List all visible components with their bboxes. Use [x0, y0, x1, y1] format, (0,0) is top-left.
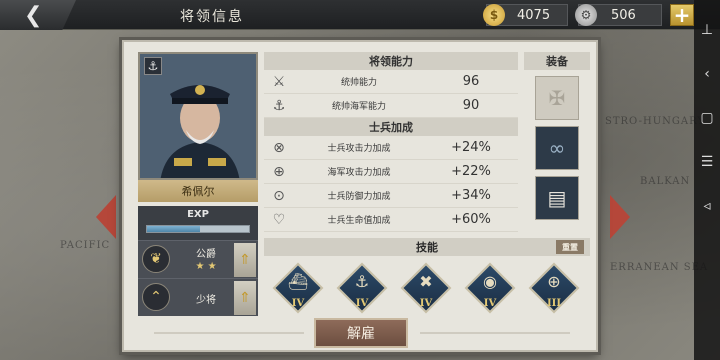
chevron-left-icon[interactable]: ‹: [704, 66, 710, 82]
bonus-label: 海军攻击力加成: [327, 168, 391, 178]
crossed-swords-icon: ⚔: [272, 73, 286, 90]
attack-icon: ⊗: [273, 139, 285, 156]
stats-panel: 将领能力 ⚔ 统帅能力 96 ⚓ 统帅海军能力 90 士兵加成 ⊗ 士兵攻击力加…: [264, 52, 518, 238]
upgrade-rank-button[interactable]: ⇑: [234, 281, 256, 315]
anchor-icon: ⚓: [144, 57, 162, 75]
bonus-value: +34%: [451, 188, 491, 203]
divider: [154, 332, 304, 334]
skill-level: IV: [291, 298, 305, 309]
bonus-value: +24%: [451, 140, 491, 155]
general-name: 希佩尔: [138, 180, 258, 202]
rank-insignia-icon: ⌃: [142, 283, 170, 311]
ability-row: ⚓ 统帅海军能力 90: [264, 94, 518, 118]
equipment-slot-binoculars[interactable]: ∞: [535, 126, 579, 170]
bonus-label: 士兵攻击力加成: [327, 144, 391, 154]
naval-attack-icon: ⊕: [273, 163, 285, 180]
map-label-austria: STRO-HUNGARY: [605, 116, 705, 127]
ability-label: 统帅能力: [340, 78, 377, 88]
skill-row: ⛴ IV ⚓ IV ✖ IV ◉ IV ⊕ III: [264, 256, 590, 324]
military-rank-label: 少将: [196, 295, 216, 306]
general-portrait: ⚓: [138, 52, 258, 180]
skill-slot-4[interactable]: ◉ IV: [464, 262, 516, 314]
chevron-left-icon: ❮: [24, 2, 43, 28]
double-chevron-up-icon: ⇑: [239, 290, 251, 306]
square-icon[interactable]: ▢: [700, 110, 713, 126]
bonus-row: ⊗ 士兵攻击力加成 +24%: [264, 136, 518, 160]
skill-slot-1[interactable]: ⛴ IV: [272, 262, 324, 314]
reset-skills-button[interactable]: 重置: [556, 240, 584, 254]
skill-level: IV: [483, 298, 497, 309]
exp-bar: [146, 225, 250, 233]
anchor-icon: ⚓: [272, 97, 286, 114]
skill-slot-5[interactable]: ⊕ III: [528, 262, 580, 314]
divider: [420, 332, 570, 334]
general-info-dialog: ⚓ 希佩尔 EXP ❦ 公爵 ★ ★ ⇑ ⌃ 少将 ⇑ 将领能力 ⚔ 统帅能力: [122, 40, 598, 352]
silver-value: 506: [611, 7, 636, 23]
title-rank-label: 公爵: [196, 249, 216, 260]
menu-icon[interactable]: ☰: [701, 154, 714, 170]
defense-icon: ⊙: [273, 187, 285, 204]
next-arrow-icon[interactable]: [610, 195, 630, 239]
double-chevron-up-icon: ⇑: [239, 252, 251, 268]
skills-panel: 技能 重置 ⛴ IV ⚓ IV ✖ IV ◉ IV ⊕ III: [264, 238, 590, 324]
exp-box: EXP: [138, 206, 258, 240]
bonus-row: ⊕ 海军攻击力加成 +22%: [264, 160, 518, 184]
binoculars-icon: ∞: [548, 136, 566, 160]
ability-value: 90: [462, 98, 480, 113]
bonus-label: 士兵防御力加成: [327, 192, 391, 202]
equipment-heading: 装备: [524, 52, 590, 70]
skills-heading: 技能 重置: [264, 238, 590, 256]
dismiss-button[interactable]: 解雇: [314, 318, 408, 348]
exp-label: EXP: [187, 209, 209, 220]
add-currency-button[interactable]: +: [670, 3, 694, 27]
equipment-slot-uniform[interactable]: ▤: [535, 176, 579, 220]
back-button[interactable]: ❮: [0, 0, 76, 30]
pin-icon[interactable]: ⊥: [701, 22, 713, 38]
gold-counter: $ 4075: [483, 4, 568, 26]
abilities-heading: 将领能力: [264, 52, 518, 70]
map-label-pacific: PACIFIC: [60, 240, 111, 251]
artillery-icon: ✖: [419, 272, 433, 291]
silver-coin-icon: ⚙: [575, 4, 597, 26]
equipment-panel: 装备 ✠ ∞ ▤: [524, 52, 590, 238]
eye-icon: ◉: [483, 272, 497, 291]
exp-fill: [147, 226, 201, 232]
prev-arrow-icon[interactable]: [96, 195, 116, 239]
title-stars: ★ ★: [195, 261, 217, 272]
health-icon: ♡: [272, 211, 286, 228]
skill-level: IV: [355, 298, 369, 309]
title-rank-row: ❦ 公爵 ★ ★ ⇑: [138, 240, 258, 278]
side-toolbar: ⊥ ‹ ▢ ☰ ◃: [694, 0, 720, 360]
silver-counter: ⚙ 506: [575, 4, 662, 26]
bonus-value: +22%: [451, 164, 491, 179]
page-title: 将领信息: [180, 9, 244, 25]
bonus-label: 士兵生命值加成: [327, 216, 391, 226]
top-bar: ❮ 将领信息 $ 4075 ⚙ 506 +: [0, 0, 720, 30]
skill-slot-2[interactable]: ⚓ IV: [336, 262, 388, 314]
bonus-value: +60%: [451, 212, 491, 227]
gold-coin-icon: $: [483, 4, 505, 26]
ability-label: 统帅海军能力: [331, 102, 386, 112]
laurel-icon: ❦: [142, 245, 170, 273]
gold-value: 4075: [517, 7, 551, 23]
equipment-slot-medal[interactable]: ✠: [535, 76, 579, 120]
military-rank-row: ⌃ 少将 ⇑: [138, 278, 258, 316]
battleship-icon: ⛴: [287, 272, 309, 291]
bonuses-heading: 士兵加成: [264, 118, 518, 136]
skills-heading-label: 技能: [416, 241, 438, 254]
ability-value: 96: [462, 74, 480, 89]
skill-slot-3[interactable]: ✖ IV: [400, 262, 452, 314]
medal-icon: ✠: [548, 86, 566, 110]
uniform-icon: ▤: [547, 186, 567, 210]
upgrade-title-button[interactable]: ⇑: [234, 243, 256, 277]
bonus-row: ♡ 士兵生命值加成 +60%: [264, 208, 518, 232]
skill-level: III: [546, 298, 562, 309]
ability-row: ⚔ 统帅能力 96: [264, 70, 518, 94]
bonus-row: ⊙ 士兵防御力加成 +34%: [264, 184, 518, 208]
anchor-skill-icon: ⚓: [354, 272, 370, 291]
map-label-balkans: BALKAN: [640, 176, 691, 187]
crosshair-icon: ⊕: [547, 272, 561, 291]
back-icon[interactable]: ◃: [703, 198, 710, 214]
skill-level: IV: [419, 298, 433, 309]
